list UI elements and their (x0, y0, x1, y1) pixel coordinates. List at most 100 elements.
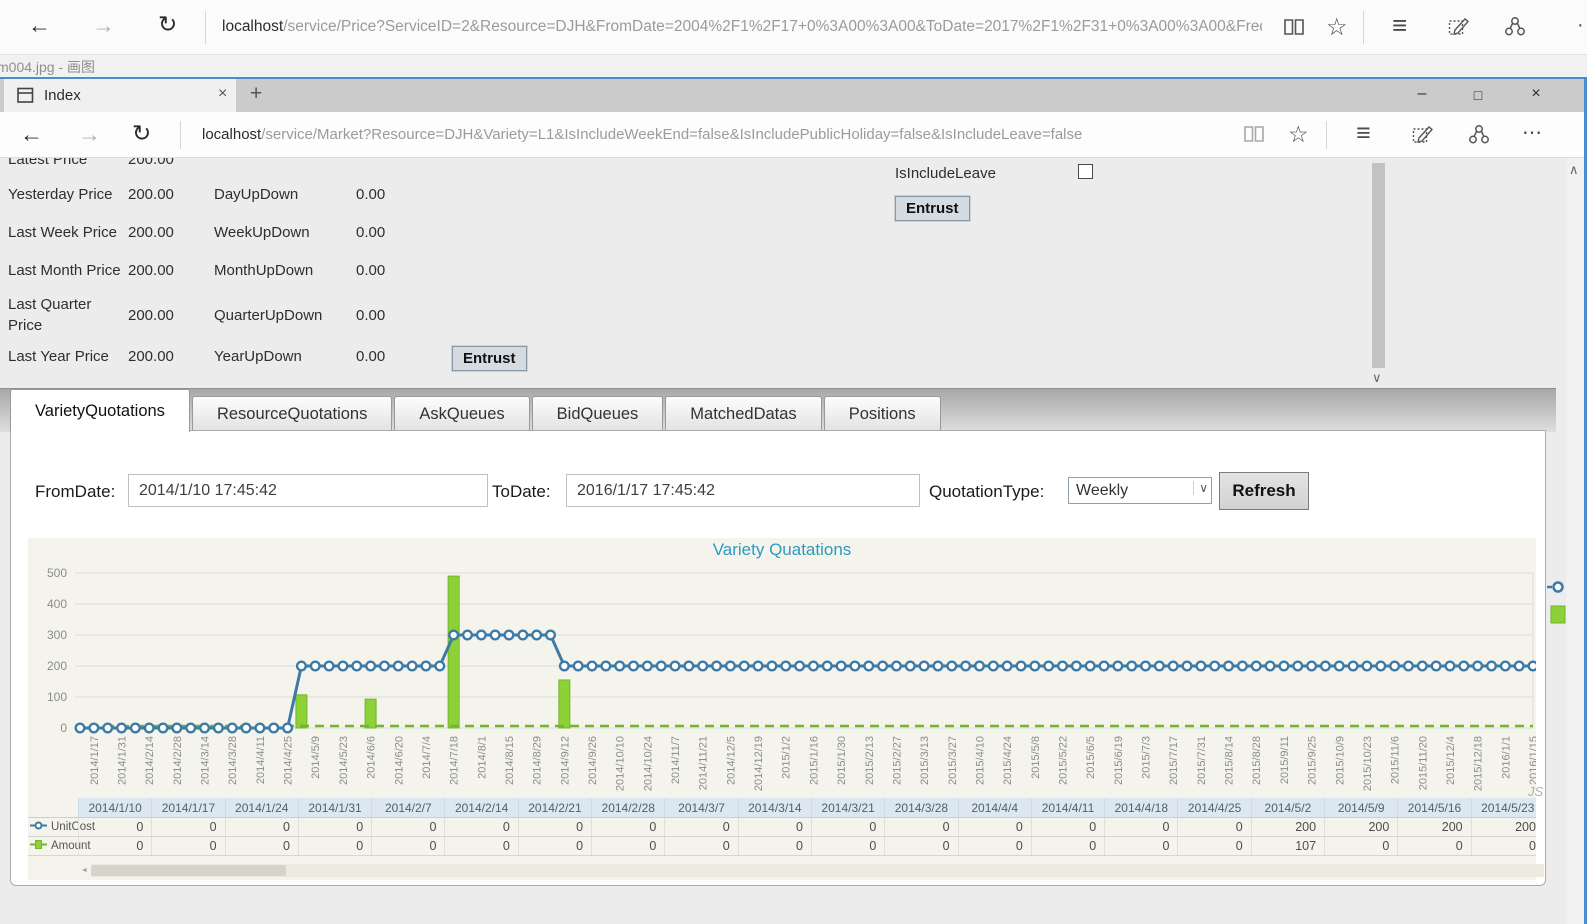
minimize-button[interactable]: – (1407, 85, 1437, 103)
chart-data-table: 2014/1/102014/1/172014/1/242014/1/312014… (28, 798, 1536, 856)
svg-text:2015/10/23: 2015/10/23 (1362, 736, 1374, 791)
chevron-down-icon: ∨ (1193, 481, 1208, 495)
tab-title: Index (44, 87, 81, 104)
to-date-input[interactable]: 2016/1/17 17:45:42 (566, 474, 920, 507)
entrust-button-right[interactable]: Entrust (895, 196, 970, 221)
column-header: 2014/1/24 (225, 798, 298, 817)
market-page-upper: Latest Price200.00Yesterday Price200.00D… (0, 158, 1566, 388)
column-header: 2014/5/9 (1324, 798, 1397, 817)
quotation-type-value: Weekly (1076, 482, 1128, 500)
legend-cell: UnitCost (28, 818, 78, 836)
price-row-label: Last Quarter Price (8, 294, 128, 336)
table-cell: 0 (78, 818, 151, 836)
table-cell: 0 (591, 818, 664, 836)
svg-text:2015/11/20: 2015/11/20 (1417, 736, 1429, 790)
web-note-icon[interactable] (1448, 16, 1470, 42)
svg-text:2014/10/24: 2014/10/24 (642, 736, 654, 791)
svg-text:2015/3/13: 2015/3/13 (919, 736, 931, 785)
web-note-icon[interactable] (1412, 124, 1434, 150)
column-header: 2014/1/10 (78, 798, 151, 817)
table-cell: 0 (444, 837, 517, 855)
back-icon[interactable]: ← (28, 14, 51, 37)
table-cell: 200 (1251, 818, 1324, 836)
url-path: /service/Market?Resource=DJH&Variety=L1&… (261, 126, 1082, 143)
address-bar[interactable]: localhost/service/Price?ServiceID=2&Reso… (222, 18, 1262, 36)
from-date-input[interactable]: 2014/1/10 17:45:42 (128, 474, 488, 507)
svg-text:2015/12/18: 2015/12/18 (1473, 736, 1485, 791)
refresh-icon[interactable]: ↻ (158, 13, 177, 36)
tab-Positions[interactable]: Positions (824, 396, 941, 432)
toolbar-divider (205, 11, 206, 44)
table-cell: 0 (1104, 837, 1177, 855)
table-cell: 0 (884, 837, 957, 855)
reading-view-icon[interactable] (1283, 18, 1305, 41)
scroll-left-icon[interactable]: ◄ (78, 864, 91, 877)
close-button[interactable]: × (1521, 85, 1551, 103)
price-row: Yesterday Price200.00DayUpDown0.00 (0, 175, 520, 213)
svg-text:200: 200 (47, 659, 67, 673)
table-cell: 0 (664, 837, 737, 855)
price-row-value2: 0.00 (356, 224, 416, 241)
forward-icon[interactable]: → (92, 14, 115, 37)
hub-icon[interactable]: ≡ (1356, 119, 1371, 148)
share-icon[interactable] (1468, 124, 1490, 150)
refresh-button[interactable]: Refresh (1219, 472, 1309, 510)
refresh-icon[interactable]: ↻ (132, 122, 151, 145)
url-path: /service/Price?ServiceID=2&Resource=DJH&… (283, 18, 1262, 35)
price-row-label2: QuarterUpDown (214, 307, 356, 324)
tab-BidQueues[interactable]: BidQueues (532, 396, 664, 432)
is-include-leave-checkbox[interactable] (1078, 164, 1093, 179)
chart-legend-clipped (1547, 578, 1567, 633)
table-cell: 0 (1324, 837, 1397, 855)
share-icon[interactable] (1504, 16, 1526, 42)
svg-text:2014/9/12: 2014/9/12 (559, 736, 571, 785)
svg-text:2015/7/31: 2015/7/31 (1196, 736, 1208, 785)
tab-MatchedDatas[interactable]: MatchedDatas (665, 396, 821, 432)
tab-AskQueues[interactable]: AskQueues (394, 396, 529, 432)
column-header: 2014/3/21 (811, 798, 884, 817)
reading-view-icon[interactable] (1243, 125, 1265, 148)
browser-tab-index[interactable]: Index × (4, 79, 236, 112)
screen: ← → ↻ localhost/service/Price?ServiceID=… (0, 0, 1587, 924)
to-date-label: ToDate: (492, 482, 551, 502)
back-icon[interactable]: ← (20, 123, 43, 146)
outer-scrollbar-track[interactable]: ∧ (1566, 158, 1584, 924)
paint-window-strip: m004.jpg - 画图 (0, 55, 1587, 77)
hub-icon[interactable]: ≡ (1392, 10, 1407, 41)
more-icon[interactable]: ⋯ (1522, 120, 1542, 145)
inner-scrollbar-thumb[interactable] (1372, 163, 1385, 368)
more-icon-fragment[interactable]: · (1577, 14, 1584, 37)
svg-text:2014/1/17: 2014/1/17 (89, 736, 101, 785)
svg-text:2015/8/14: 2015/8/14 (1224, 736, 1236, 785)
tab-close-icon[interactable]: × (218, 85, 227, 103)
favorites-star-icon[interactable]: ☆ (1326, 13, 1348, 42)
svg-text:2014/7/18: 2014/7/18 (449, 736, 461, 785)
tab-VarietyQuotations[interactable]: VarietyQuotations (10, 389, 190, 432)
hscrollbar-thumb[interactable] (91, 865, 286, 876)
price-row: Last Week Price200.00WeekUpDown0.00 (0, 213, 520, 251)
table-header-row: 2014/1/102014/1/172014/1/242014/1/312014… (28, 798, 1536, 818)
address-bar[interactable]: localhost/service/Market?Resource=DJH&Va… (202, 126, 1222, 143)
table-cell: 0 (1177, 818, 1250, 836)
tab-ResourceQuotations[interactable]: ResourceQuotations (192, 396, 392, 432)
svg-text:2014/8/29: 2014/8/29 (532, 736, 544, 785)
column-header: 2014/2/28 (591, 798, 664, 817)
forward-icon[interactable]: → (78, 123, 101, 146)
table-cell: 0 (884, 818, 957, 836)
table-hscrollbar[interactable]: ◄ (78, 864, 1544, 877)
column-header: 2014/5/16 (1397, 798, 1470, 817)
table-cell: 0 (444, 818, 517, 836)
new-tab-button[interactable]: + (250, 82, 262, 106)
scroll-up-icon: ∧ (1569, 162, 1579, 178)
svg-text:2016/1/15: 2016/1/15 (1528, 736, 1536, 785)
quotation-type-select[interactable]: Weekly ∨ (1068, 477, 1212, 504)
favorites-star-icon[interactable]: ☆ (1288, 121, 1309, 148)
column-header: 2014/2/14 (444, 798, 517, 817)
scroll-down-icon[interactable]: ∨ (1372, 370, 1382, 386)
table-cell: 0 (151, 837, 224, 855)
price-row: Latest Price200.00 (0, 158, 520, 175)
entrust-button-left[interactable]: Entrust (452, 346, 527, 371)
maximize-button[interactable]: □ (1463, 87, 1493, 103)
svg-text:2015/7/17: 2015/7/17 (1168, 736, 1180, 785)
svg-text:300: 300 (47, 628, 67, 642)
